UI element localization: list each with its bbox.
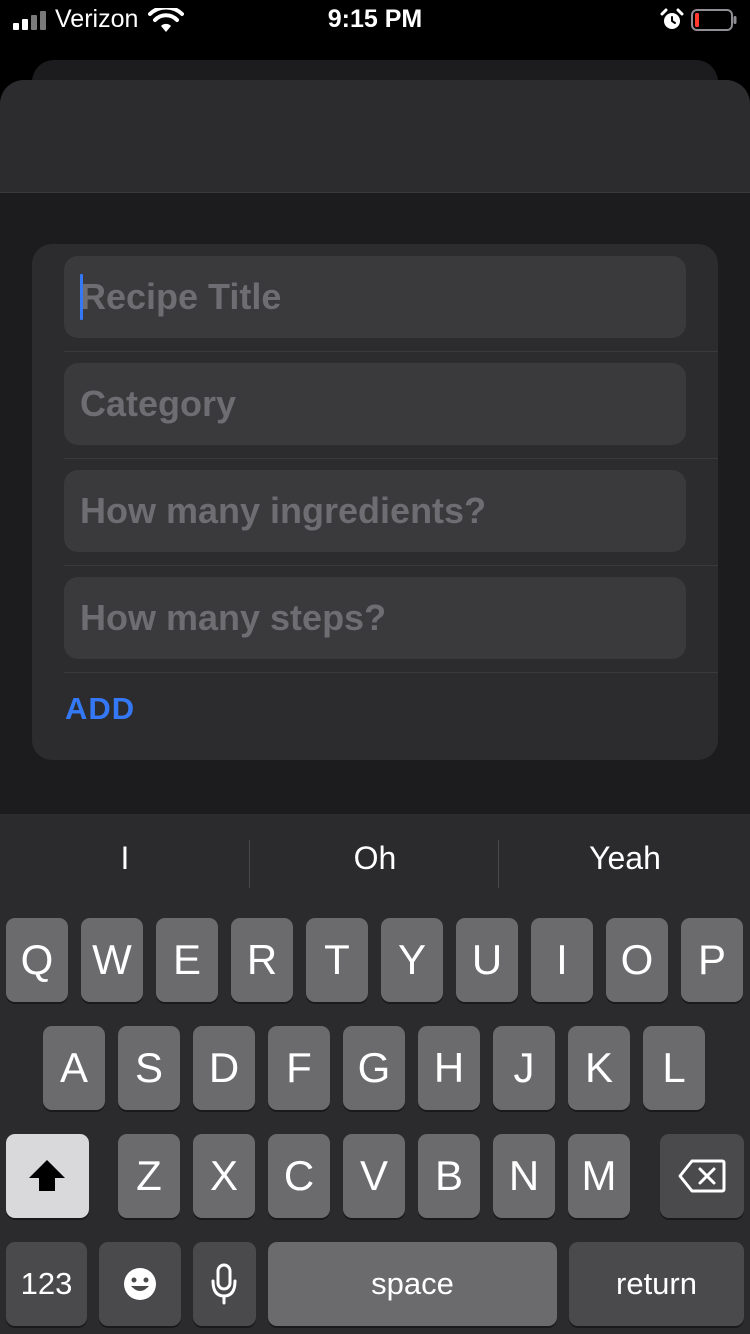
suggestion-3[interactable]: Yeah [500, 840, 750, 877]
key-f[interactable]: F [268, 1026, 330, 1110]
key-i[interactable]: I [531, 918, 593, 1002]
key-b[interactable]: B [418, 1134, 480, 1218]
category-input[interactable] [64, 363, 686, 445]
key-r[interactable]: R [231, 918, 293, 1002]
battery-icon [691, 9, 737, 31]
key-w[interactable]: W [81, 918, 143, 1002]
key-v[interactable]: V [343, 1134, 405, 1218]
key-u[interactable]: U [456, 918, 518, 1002]
dictation-key[interactable] [193, 1242, 256, 1326]
shift-arrow-icon [29, 1160, 65, 1191]
emoji-icon [124, 1268, 156, 1300]
key-p[interactable]: P [681, 918, 743, 1002]
shift-key[interactable] [6, 1134, 89, 1218]
keyboard: I Oh Yeah Q W E R T Y U I O P A S D F G … [0, 814, 750, 1334]
form-row-title [64, 244, 718, 352]
microphone-icon [211, 1263, 237, 1305]
key-j[interactable]: J [493, 1026, 555, 1110]
return-key[interactable]: return [569, 1242, 744, 1326]
numbers-key[interactable]: 123 [6, 1242, 87, 1326]
add-recipe-sheet: ADD [0, 80, 750, 820]
key-h[interactable]: H [418, 1026, 480, 1110]
key-o[interactable]: O [606, 918, 668, 1002]
recipe-form: ADD [32, 244, 718, 760]
key-n[interactable]: N [493, 1134, 555, 1218]
ingredient-count-input[interactable] [64, 470, 686, 552]
key-m[interactable]: M [568, 1134, 630, 1218]
text-cursor [80, 274, 83, 320]
sheet-header [0, 80, 750, 193]
key-x[interactable]: X [193, 1134, 255, 1218]
delete-key[interactable] [660, 1134, 744, 1218]
form-row-category [64, 351, 718, 459]
key-k[interactable]: K [568, 1026, 630, 1110]
key-s[interactable]: S [118, 1026, 180, 1110]
key-q[interactable]: Q [6, 918, 68, 1002]
key-t[interactable]: T [306, 918, 368, 1002]
add-button[interactable]: ADD [65, 691, 135, 727]
form-row-steps [64, 565, 718, 673]
space-key[interactable]: space [268, 1242, 557, 1326]
key-g[interactable]: G [343, 1026, 405, 1110]
key-e[interactable]: E [156, 918, 218, 1002]
status-time: 9:15 PM [327, 5, 423, 33]
step-count-input[interactable] [64, 577, 686, 659]
backspace-icon [678, 1159, 726, 1193]
key-l[interactable]: L [643, 1026, 705, 1110]
form-row-ingredients [64, 458, 718, 566]
key-d[interactable]: D [193, 1026, 255, 1110]
recipe-title-input[interactable] [64, 256, 686, 338]
predictive-bar: I Oh Yeah [0, 814, 750, 914]
key-c[interactable]: C [268, 1134, 330, 1218]
key-a[interactable]: A [43, 1026, 105, 1110]
suggestion-divider [498, 840, 499, 888]
alarm-clock-icon [660, 8, 684, 29]
emoji-key[interactable] [99, 1242, 181, 1326]
status-bar: Verizon 9:15 PM [0, 0, 750, 40]
suggestion-2[interactable]: Oh [250, 840, 500, 877]
key-y[interactable]: Y [381, 918, 443, 1002]
key-z[interactable]: Z [118, 1134, 180, 1218]
suggestion-1[interactable]: I [0, 840, 250, 877]
